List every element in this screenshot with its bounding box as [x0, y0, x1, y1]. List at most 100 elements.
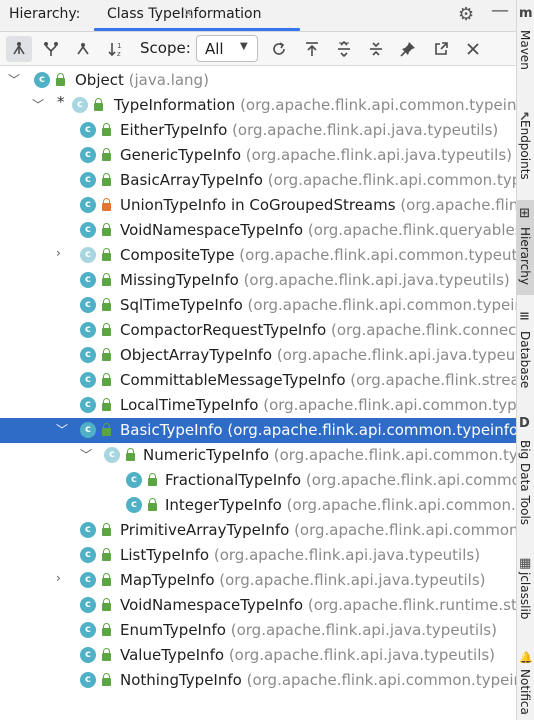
open-in-window-button[interactable]	[428, 36, 454, 62]
abstract-class-icon: c	[104, 447, 120, 463]
tree-row-label: ObjectArrayTypeInfo (org.apache.flink.ap…	[120, 346, 516, 364]
subtypes-hierarchy-button[interactable]	[6, 36, 32, 62]
class-icon: c	[80, 672, 96, 688]
public-lock-icon	[102, 523, 111, 536]
big-data-tools-icon: D	[519, 416, 530, 431]
minimize-icon[interactable]: —	[491, 0, 509, 21]
tree-row-label: ListTypeInfo (org.apache.flink.api.java.…	[120, 546, 481, 564]
chevron-right-icon[interactable]: ›	[56, 246, 61, 260]
public-lock-icon	[102, 598, 111, 611]
public-lock-icon	[102, 348, 111, 361]
tree-row-label: NumericTypeInfo (org.apache.flink.api.co…	[143, 446, 516, 464]
tree-row-sqltimetypeinfo[interactable]: c SqlTimeTypeInfo (org.apache.flink.api.…	[0, 293, 516, 318]
tree-row-label: UnionTypeInfo in CoGroupedStreams (org.a…	[120, 196, 516, 214]
tree-row-label: BasicTypeInfo (org.apache.flink.api.comm…	[120, 421, 516, 439]
tree-row-uniontypeinfo[interactable]: c UnionTypeInfo in CoGroupedStreams (org…	[0, 193, 516, 218]
navigate-up-button[interactable]	[299, 36, 325, 62]
tree-row-numerictypeinfo[interactable]: ﹀ c NumericTypeInfo (org.apache.flink.ap…	[0, 443, 516, 468]
supertypes-hierarchy-button[interactable]	[38, 36, 64, 62]
expand-all-button[interactable]	[331, 36, 357, 62]
tool-window-header: Hierarchy: Class TypeInformation × ⚙ —	[0, 0, 516, 32]
tool-hierarchy[interactable]: ⊞ Hierarchy	[517, 200, 534, 295]
refresh-button[interactable]	[266, 36, 292, 62]
tree-row-object[interactable]: ﹀ c Object (java.lang)	[0, 68, 516, 93]
database-icon: ≡	[519, 309, 530, 324]
tree-row-label: Object (java.lang)	[75, 71, 209, 89]
chevron-down-icon[interactable]: ﹀	[8, 71, 20, 88]
sort-alphabetically-button[interactable]: 1z	[104, 36, 130, 62]
close-button[interactable]	[460, 36, 486, 62]
tree-row-integertypeinfo[interactable]: c IntegerTypeInfo (org.apache.flink.api.…	[0, 493, 516, 518]
tool-label: jclasslib	[518, 572, 532, 620]
hierarchy-icon: ⊞	[519, 206, 530, 221]
class-icon: c	[80, 297, 96, 313]
tree-row-objectarraytypeinfo[interactable]: c ObjectArrayTypeInfo (org.apache.flink.…	[0, 343, 516, 368]
tree-row-label: SqlTimeTypeInfo (org.apache.flink.api.co…	[120, 296, 516, 314]
public-lock-icon	[102, 623, 111, 636]
tree-row-label: VoidNamespaceTypeInfo (org.apache.flink.…	[120, 596, 516, 614]
svg-text:z: z	[117, 50, 121, 57]
public-lock-icon	[56, 73, 65, 86]
public-lock-icon	[102, 373, 111, 386]
chevron-right-icon[interactable]: ›	[56, 571, 61, 585]
expand-all-icon	[338, 41, 350, 57]
class-icon: c	[80, 347, 96, 363]
tree-row-compositetype[interactable]: › c CompositeType (org.apache.flink.api.…	[0, 243, 516, 268]
public-lock-icon	[102, 223, 111, 236]
tree-row-label: CompositeType (org.apache.flink.api.comm…	[120, 246, 516, 264]
tree-row-primitivearraytypeinfo[interactable]: c PrimitiveArrayTypeInfo (org.apache.fli…	[0, 518, 516, 543]
class-icon: c	[80, 172, 96, 188]
scope-select[interactable]: All ▼	[196, 35, 258, 62]
tree-row-maptypeinfo[interactable]: › c MapTypeInfo (org.apache.flink.api.ja…	[0, 568, 516, 593]
hierarchy-title: Hierarchy:	[9, 6, 81, 22]
tool-maven[interactable]: m Maven	[517, 0, 534, 110]
subtypes-hierarchy-icon	[13, 42, 25, 55]
gear-icon[interactable]: ⚙	[458, 4, 474, 25]
tree-row-listtypeinfo[interactable]: c ListTypeInfo (org.apache.flink.api.jav…	[0, 543, 516, 568]
tree-row-localtimetypeinfo[interactable]: c LocalTimeTypeInfo (org.apache.flink.ap…	[0, 393, 516, 418]
tree-row-enumtypeinfo[interactable]: c EnumTypeInfo (org.apache.flink.api.jav…	[0, 618, 516, 643]
public-lock-icon	[102, 173, 111, 186]
collapse-all-button[interactable]	[363, 36, 389, 62]
tree-row-basicarraytypeinfo[interactable]: c BasicArrayTypeInfo (org.apache.flink.a…	[0, 168, 516, 193]
close-icon	[467, 43, 479, 55]
class-hierarchy-button[interactable]	[70, 36, 96, 62]
class-icon: c	[80, 197, 96, 213]
tool-endpoints[interactable]: ↗ Endpoints	[517, 110, 534, 200]
chevron-down-icon[interactable]: ﹀	[56, 421, 68, 438]
tree-row-valuetypeinfo[interactable]: c ValueTypeInfo (org.apache.flink.api.ja…	[0, 643, 516, 668]
tree-row-label: MapTypeInfo (org.apache.flink.api.java.t…	[120, 571, 486, 589]
tool-notifications[interactable]: 🔔 Notifica	[517, 645, 534, 720]
public-lock-icon	[94, 98, 103, 111]
chevron-down-icon[interactable]: ﹀	[80, 446, 92, 463]
tree-row-label: FractionalTypeInfo (org.apache.flink.api…	[165, 471, 516, 489]
tree-row-missingtypeinfo[interactable]: c MissingTypeInfo (org.apache.flink.api.…	[0, 268, 516, 293]
tree-row-nothingtypeinfo[interactable]: c NothingTypeInfo (org.apache.flink.api.…	[0, 668, 516, 693]
public-lock-icon	[148, 473, 157, 486]
tree-row-generictypeinfo[interactable]: c GenericTypeInfo (org.apache.flink.api.…	[0, 143, 516, 168]
tool-database[interactable]: ≡ Database	[517, 305, 534, 405]
tree-row-label: ValueTypeInfo (org.apache.flink.api.java…	[120, 646, 496, 664]
tree-row-voidnamespacetypeinfo-runtime[interactable]: c VoidNamespaceTypeInfo (org.apache.flin…	[0, 593, 516, 618]
tree-row-typeinformation[interactable]: ﹀ * c TypeInformation (org.apache.flink.…	[0, 93, 516, 118]
tree-row-eithertypeinfo[interactable]: c EitherTypeInfo (org.apache.flink.api.j…	[0, 118, 516, 143]
chevron-down-icon[interactable]: ﹀	[32, 96, 44, 113]
tree-row-compactorrequesttypeinfo[interactable]: c CompactorRequestTypeInfo (org.apache.f…	[0, 318, 516, 343]
private-lock-icon	[102, 198, 111, 211]
public-lock-icon	[148, 498, 157, 511]
tool-label: Endpoints	[518, 120, 532, 180]
scope-value: All	[205, 40, 224, 58]
tool-jclasslib[interactable]: ▦ jclasslib	[517, 550, 534, 645]
collapse-all-icon	[370, 42, 382, 56]
tree-row-voidnamespacetypeinfo[interactable]: c VoidNamespaceTypeInfo (org.apache.flin…	[0, 218, 516, 243]
tree-row-basictypeinfo[interactable]: ﹀ c BasicTypeInfo (org.apache.flink.api.…	[0, 418, 516, 443]
tool-big-data-tools[interactable]: D Big Data Tools	[517, 410, 534, 545]
abstract-class-icon: c	[80, 247, 96, 263]
tree-row-committablemessagetypeinfo[interactable]: c CommittableMessageTypeInfo (org.apache…	[0, 368, 516, 393]
tree-row-fractionaltypeinfo[interactable]: c FractionalTypeInfo (org.apache.flink.a…	[0, 468, 516, 493]
sort-alphabetically-icon: 1z	[108, 42, 121, 57]
tab-close-icon[interactable]: ×	[183, 6, 194, 21]
pin-button[interactable]	[395, 36, 421, 62]
public-lock-icon	[102, 123, 111, 136]
scope-label: Scope:	[140, 39, 191, 57]
